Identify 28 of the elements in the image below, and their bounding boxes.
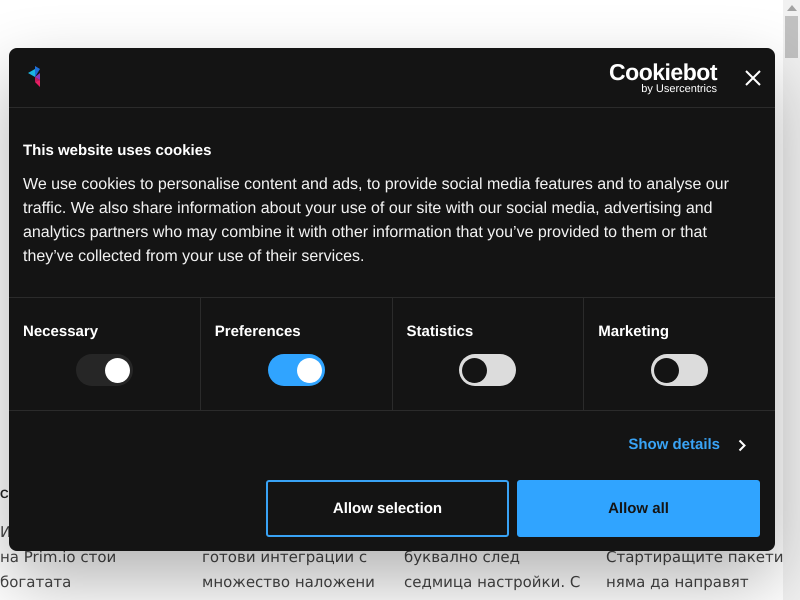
dialog-text: We use cookies to personalise content and ads, to provide social media features and to analyse our traffic. We also share information about your use of our site with our social media, advertising and analytics partners who may combine it with other information that you’ve provided to them or that they’ve collected from your use of their services. — [23, 175, 730, 267]
category-label: Necessary — [23, 323, 100, 341]
close-icon — [745, 70, 761, 86]
dialog-title: This website uses cookies — [23, 142, 212, 160]
allow-all-button[interactable]: Allow all — [517, 480, 760, 537]
brand-tagline: by Usercentrics — [641, 82, 717, 94]
body-text: богатата — [0, 572, 72, 593]
show-details-link[interactable]: Show details — [628, 435, 760, 455]
body-text: буквално след — [404, 547, 521, 568]
brand-wordmark: Cookiebot — [609, 60, 717, 82]
logo-icon — [28, 66, 41, 88]
allow-selection-button[interactable]: Allow selection — [266, 480, 509, 537]
category-label: Statistics — [406, 323, 474, 341]
category-label: Marketing — [598, 323, 670, 341]
toggle-switch[interactable] — [651, 354, 708, 386]
scrollbar[interactable] — [783, 0, 800, 600]
body-text: множество наложени — [202, 572, 376, 593]
body-text: няма да направят — [606, 572, 750, 593]
section-heading: С — [0, 486, 9, 503]
close-button[interactable] — [743, 68, 763, 88]
body-text: на Prim.io стои — [0, 547, 118, 568]
body-text: готови интеграции с — [202, 547, 368, 568]
category-label: Preferences — [214, 323, 302, 341]
chevron-icon — [738, 438, 746, 452]
body-text: седмица настройки. С — [404, 572, 582, 593]
toggle-switch[interactable] — [268, 354, 325, 386]
body-text: Стартиращите пакети — [606, 547, 783, 568]
toggle-switch[interactable] — [459, 354, 516, 386]
